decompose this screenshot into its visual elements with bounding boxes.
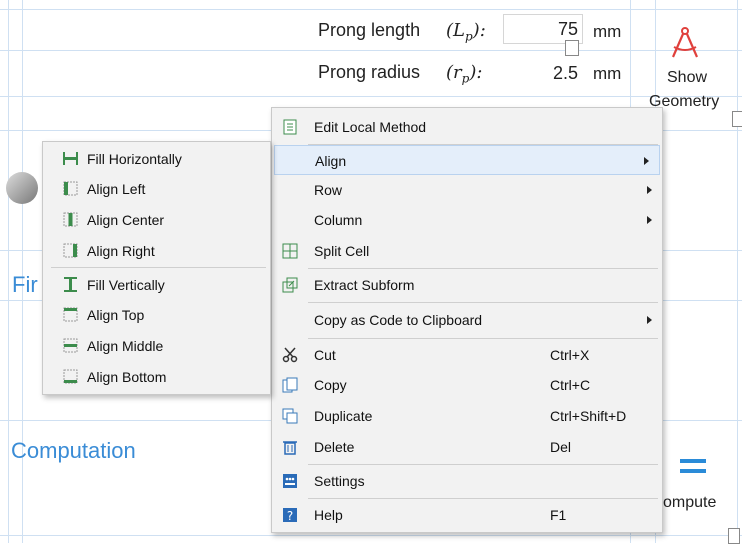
menu-item-settings[interactable]: Settings [272, 466, 662, 496]
submenu-separator [51, 267, 266, 268]
trash-icon [283, 441, 297, 455]
section-title-computation: Computation [11, 438, 136, 463]
menu-item-align[interactable]: Align [274, 145, 660, 175]
submenu-item-align-center[interactable]: Align Center [43, 205, 270, 235]
menu-separator [308, 302, 658, 303]
help-icon: ? [283, 508, 297, 523]
equals-icon-bottom [680, 469, 706, 473]
prong-length-unit: mm [593, 22, 622, 41]
submenu-arrow-icon [644, 157, 649, 165]
menu-item-column[interactable]: Column [272, 205, 662, 235]
align-top-icon [63, 307, 78, 322]
scissors-icon [282, 347, 298, 363]
submenu-arrow-icon [647, 316, 652, 324]
align-middle-icon [63, 338, 78, 353]
duplicate-icon [282, 408, 298, 424]
edit-method-icon [283, 119, 297, 135]
eye-note-icon [728, 528, 740, 544]
equals-icon-top [680, 459, 706, 463]
menu-item-copy-as-code[interactable]: Copy as Code to Clipboard [272, 305, 662, 335]
submenu-arrow-icon [647, 186, 652, 194]
settings-icon [283, 474, 297, 488]
menu-separator [308, 464, 658, 465]
menu-item-delete[interactable]: Delete Del [272, 432, 662, 462]
submenu-item-align-middle[interactable]: Align Middle [43, 331, 270, 361]
align-left-icon [63, 181, 78, 196]
menu-item-help[interactable]: ? Help F1 [272, 500, 662, 530]
sphere-icon [6, 172, 38, 204]
prong-radius-unit: mm [593, 64, 622, 83]
menu-item-edit-local-method[interactable]: Edit Local Method [272, 112, 662, 142]
fill-vertically-icon [64, 277, 77, 292]
split-cell-icon [282, 243, 298, 259]
context-menu: Edit Local Method Align Row Column Split… [271, 107, 663, 533]
prong-radius-input[interactable]: 2.5 [503, 58, 583, 88]
section-title-fin: Fir [12, 272, 38, 297]
align-bottom-icon [63, 369, 78, 384]
submenu-item-fill-vertically[interactable]: Fill Vertically [43, 270, 270, 300]
extract-subform-icon [282, 277, 298, 293]
align-center-icon [63, 212, 78, 227]
svg-text:?: ? [287, 509, 293, 523]
submenu-arrow-icon [647, 216, 652, 224]
fill-horizontally-icon [63, 152, 78, 165]
submenu-item-align-right[interactable]: Align Right [43, 236, 270, 266]
align-right-icon [63, 243, 78, 258]
menu-item-row[interactable]: Row [272, 175, 662, 205]
menu-separator [308, 268, 658, 269]
prong-radius-label: Prong radius [318, 62, 421, 82]
grid-line [737, 0, 738, 543]
submenu-item-fill-horizontally[interactable]: Fill Horizontally [43, 144, 270, 174]
copy-icon [282, 377, 298, 393]
submenu-item-align-top[interactable]: Align Top [43, 300, 270, 330]
show-geometry-label-1: Show [667, 69, 708, 86]
compute-button-label[interactable]: ompute [663, 494, 716, 512]
eye-note-icon [565, 40, 579, 56]
menu-separator [308, 338, 658, 339]
prong-radius-symbol: (rp): [446, 62, 483, 86]
menu-item-split-cell[interactable]: Split Cell [272, 236, 662, 266]
menu-separator [308, 498, 658, 499]
submenu-item-align-left[interactable]: Align Left [43, 174, 270, 204]
compass-icon [671, 27, 699, 58]
menu-item-copy[interactable]: Copy Ctrl+C [272, 370, 662, 400]
menu-item-duplicate[interactable]: Duplicate Ctrl+Shift+D [272, 401, 662, 431]
grid-line [8, 0, 9, 543]
prong-length-symbol: (Lp): [446, 20, 486, 44]
eye-note-icon [732, 111, 742, 127]
submenu-item-align-bottom[interactable]: Align Bottom [43, 362, 270, 392]
menu-item-cut[interactable]: Cut Ctrl+X [272, 340, 662, 370]
align-submenu: Fill Horizontally Align Left Align Cente… [42, 141, 271, 395]
prong-length-label: Prong length [318, 20, 421, 40]
menu-item-extract-subform[interactable]: Extract Subform [272, 270, 662, 300]
